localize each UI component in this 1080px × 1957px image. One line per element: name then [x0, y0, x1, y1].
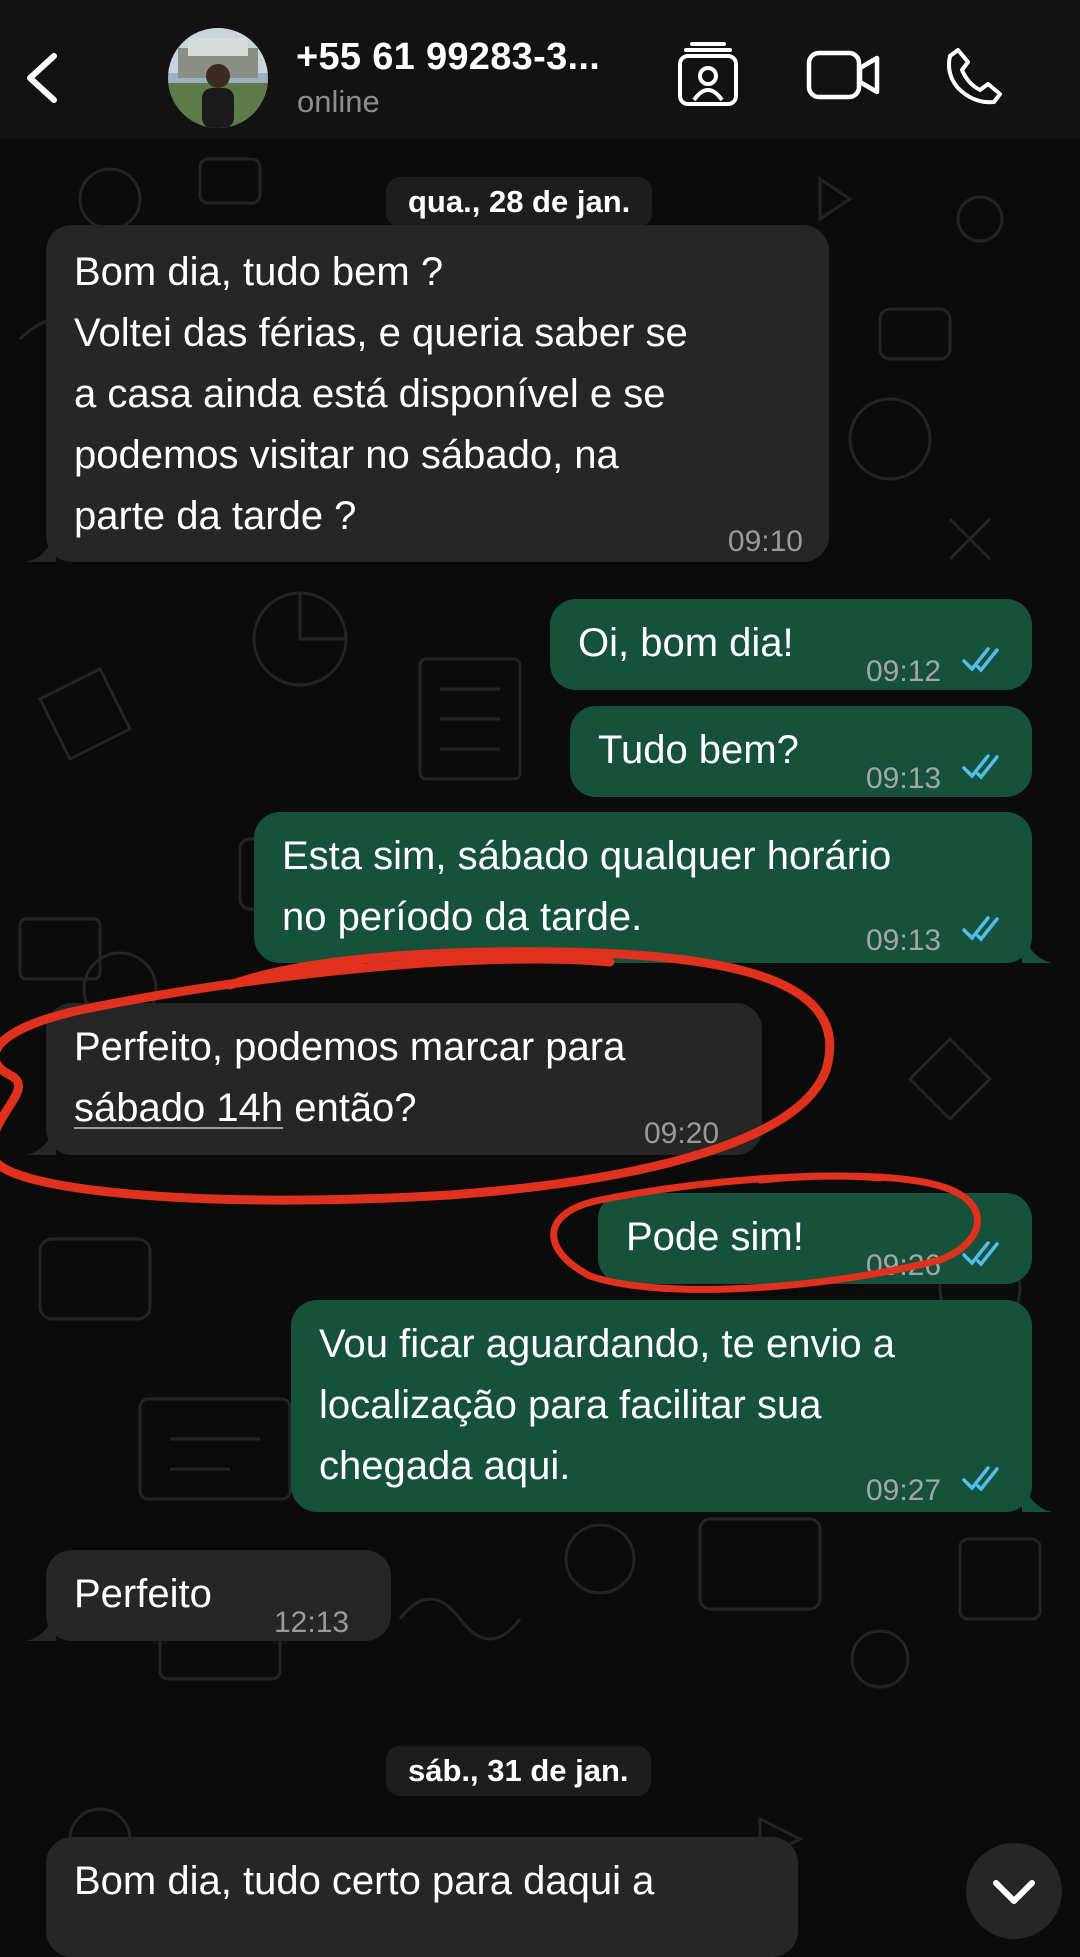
message-bubble-incoming[interactable]: Bom dia, tudo bem ? Voltei das férias, e… — [26, 225, 829, 562]
chat-header: +55 61 99283-3... online — [0, 0, 1080, 139]
message-text: Perfeito — [74, 1572, 212, 1616]
read-ticks-icon — [962, 1241, 999, 1267]
message-text: Bom dia, tudo bem ? Voltei das férias, e… — [74, 250, 688, 538]
message-bubble-outgoing[interactable]: Tudo bem? 09:13 — [570, 706, 1032, 797]
message-bubble-outgoing[interactable]: Vou ficar aguardando, te envio a localiz… — [291, 1300, 1052, 1512]
message-time: 09:26 — [866, 1249, 942, 1282]
message-time: 09:13 — [866, 762, 942, 795]
bubble-tail — [1022, 1482, 1052, 1512]
read-ticks-icon — [962, 1466, 999, 1492]
bubble-tail — [1022, 933, 1052, 963]
date-separator: qua., 28 de jan. — [386, 177, 653, 227]
read-ticks-icon — [962, 754, 999, 780]
message-text: Esta sim, sábado qualquer horário no per… — [282, 834, 892, 939]
phone-call-icon[interactable] — [944, 46, 1004, 106]
bubble-tail — [26, 1611, 56, 1641]
bubble-tail — [26, 532, 56, 562]
message-text: Pode sim! — [626, 1215, 804, 1259]
chevron-down-icon — [993, 1880, 1035, 1904]
video-call-icon[interactable] — [806, 50, 880, 100]
message-bubble-incoming[interactable]: Perfeito, podemos marcar para sábado 14h… — [26, 1003, 762, 1155]
date-separator: sáb., 31 de jan. — [386, 1746, 651, 1796]
read-ticks-icon — [962, 916, 999, 942]
contact-card-icon[interactable] — [676, 40, 740, 108]
message-time: 12:13 — [274, 1606, 350, 1639]
message-text: Oi, bom dia! — [578, 621, 794, 665]
contact-status: online — [297, 84, 380, 119]
message-text: Perfeito, podemos marcar para sábado 14h… — [74, 1025, 626, 1130]
message-text: Vou ficar aguardando, te envio a localiz… — [319, 1322, 895, 1488]
message-time: 09:10 — [727, 525, 803, 558]
message-time: 09:20 — [644, 1117, 720, 1150]
scroll-to-bottom-button[interactable] — [966, 1843, 1062, 1939]
read-ticks-icon — [962, 647, 999, 673]
avatar[interactable] — [168, 28, 268, 128]
message-bubble-outgoing[interactable]: Esta sim, sábado qualquer horário no per… — [254, 812, 1052, 963]
message-bubble-incoming[interactable]: Bom dia, tudo certo para daqui a — [46, 1837, 798, 1957]
message-text: Tudo bem? — [598, 728, 799, 772]
date-time-link[interactable]: sábado 14h — [74, 1086, 283, 1130]
message-bubble-outgoing[interactable]: Pode sim! 09:26 — [598, 1193, 1032, 1284]
back-chevron-icon[interactable] — [18, 48, 68, 108]
message-bubble-incoming[interactable]: Perfeito 12:13 — [26, 1550, 391, 1641]
message-time: 09:27 — [866, 1474, 942, 1507]
message-text: Bom dia, tudo certo para daqui a — [74, 1859, 655, 1903]
message-time: 09:12 — [866, 655, 942, 688]
message-bubble-outgoing[interactable]: Oi, bom dia! 09:12 — [550, 599, 1032, 690]
bubble-tail — [26, 1125, 56, 1155]
contact-name[interactable]: +55 61 99283-3... — [296, 36, 600, 79]
message-time: 09:13 — [866, 924, 942, 957]
